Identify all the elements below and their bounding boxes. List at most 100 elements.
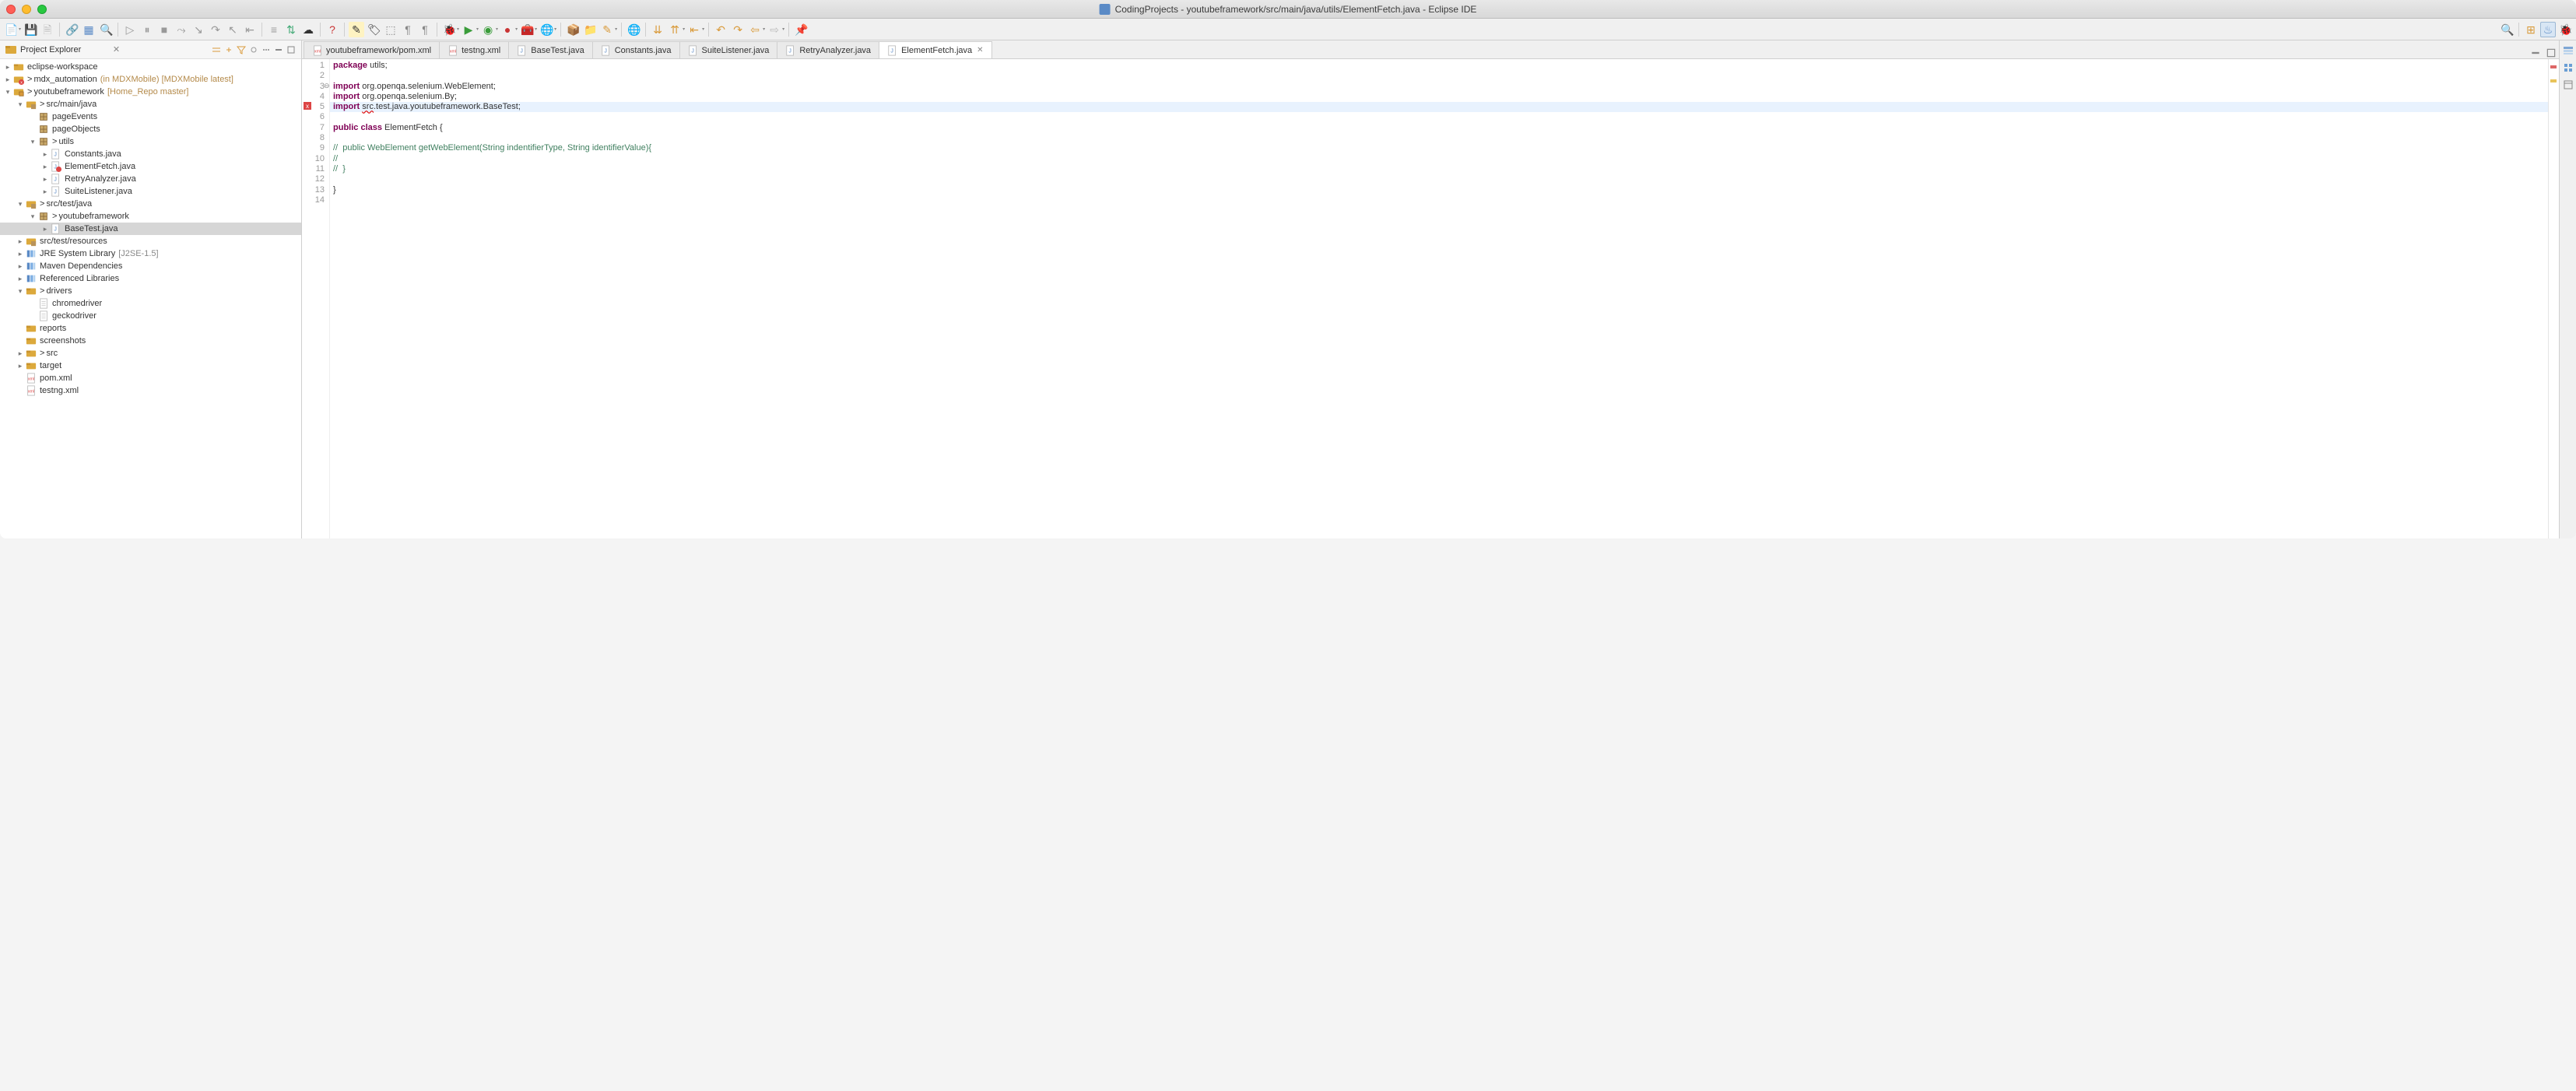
step-into-button[interactable]: ↘ <box>191 22 206 37</box>
new-file-button[interactable]: ✎ <box>599 22 615 37</box>
tree-item[interactable]: ▾> src/test/java <box>0 198 301 210</box>
tree-item[interactable]: ▸JRE System Library[J2SE-1.5] <box>0 247 301 260</box>
external-button[interactable]: 🧰 <box>519 22 535 37</box>
line-number[interactable]: 13 <box>304 185 325 195</box>
code-line[interactable]: public class ElementFetch { <box>333 123 2545 133</box>
debug-perspective-button[interactable]: 🐞 <box>2557 22 2573 37</box>
help-button[interactable]: ? <box>325 22 340 37</box>
coverage-button[interactable]: ◉ <box>480 22 496 37</box>
code-line[interactable]: package utils; <box>333 61 2545 71</box>
tree-item[interactable]: ▾> src/main/java <box>0 98 301 111</box>
forward-nav-button[interactable]: ↷ <box>730 22 746 37</box>
line-number[interactable]: 7 <box>304 123 325 133</box>
tree-item[interactable]: screenshots <box>0 335 301 347</box>
collapse-icon[interactable]: ▾ <box>28 138 37 146</box>
line-number[interactable]: 4 <box>304 92 325 102</box>
maximize-editor-button[interactable] <box>2546 47 2557 58</box>
outline-view-button[interactable] <box>2561 44 2575 58</box>
code-line[interactable]: } <box>333 185 2545 195</box>
code-line[interactable] <box>333 71 2545 81</box>
focus-button[interactable] <box>248 44 259 55</box>
save-button[interactable]: 💾 <box>23 22 38 37</box>
collapse-icon[interactable]: ▾ <box>3 88 12 96</box>
filter-button[interactable]: ⇅ <box>283 22 299 37</box>
link-editor-button[interactable] <box>223 44 234 55</box>
view-menu-button[interactable] <box>261 44 272 55</box>
minimize-window-button[interactable] <box>22 5 31 14</box>
new-button[interactable]: 📄 <box>3 22 19 37</box>
line-number[interactable]: 9 <box>304 143 325 153</box>
tree-item[interactable]: ▸target <box>0 360 301 372</box>
drop-frame-button[interactable]: ⇤ <box>242 22 258 37</box>
code-line[interactable] <box>333 112 2545 122</box>
link-button[interactable]: 🔗 <box>64 22 79 37</box>
collapse-icon[interactable]: ▾ <box>28 212 37 221</box>
run-button[interactable]: ▶ <box>461 22 476 37</box>
build-button[interactable]: ≡ <box>266 22 282 37</box>
tree-item[interactable]: ▾> utils <box>0 135 301 148</box>
highlight-button[interactable]: ✎ <box>349 22 364 37</box>
tree-item[interactable]: ▸src/test/resources <box>0 235 301 247</box>
expand-icon[interactable]: ▸ <box>16 250 25 258</box>
java-perspective-button[interactable]: ♨ <box>2540 22 2556 37</box>
tree-item[interactable]: geckodriver <box>0 310 301 322</box>
minimize-view-button[interactable] <box>273 44 284 55</box>
tree-item[interactable]: ▸Maven Dependencies <box>0 260 301 272</box>
close-tab-button[interactable]: ✕ <box>977 46 983 54</box>
code-line[interactable]: import src.test.java.youtubeframework.Ba… <box>333 102 2545 112</box>
search-button[interactable]: 🔍 <box>98 22 114 37</box>
line-number[interactable]: 12 <box>304 174 325 184</box>
tree-item[interactable]: ▸Referenced Libraries <box>0 272 301 285</box>
code-line[interactable]: import org.openqa.selenium.WebElement; <box>333 82 2545 92</box>
code-line[interactable]: // public WebElement getWebElement(Strin… <box>333 143 2545 153</box>
disconnect-button[interactable]: ⤳ <box>174 22 189 37</box>
suspend-button[interactable]: ⏸ <box>139 22 155 37</box>
step-over-button[interactable]: ↷ <box>208 22 223 37</box>
tree-item[interactable]: xmlpom.xml <box>0 372 301 384</box>
editor-tab[interactable]: JSuiteListener.java <box>679 41 778 58</box>
editor-tab[interactable]: xmlyoutubeframework/pom.xml <box>304 41 440 58</box>
expand-icon[interactable]: ▸ <box>3 63 12 72</box>
code-line[interactable] <box>333 174 2545 184</box>
code-line[interactable]: import org.openqa.selenium.By; <box>333 92 2545 102</box>
tree-item[interactable]: ▾> youtubeframework <box>0 210 301 223</box>
tree-item[interactable]: pageEvents <box>0 111 301 123</box>
tree-item[interactable]: reports <box>0 322 301 335</box>
overview-ruler[interactable] <box>2548 59 2559 538</box>
debug-button[interactable]: 🐞 <box>441 22 457 37</box>
new-package-button[interactable]: 📦 <box>565 22 581 37</box>
task-list-button[interactable] <box>2561 61 2575 75</box>
format-button[interactable]: ⬚ <box>383 22 398 37</box>
line-number[interactable]: 3 <box>304 82 325 92</box>
code-line[interactable] <box>333 195 2545 205</box>
error-icon[interactable]: x <box>304 102 311 110</box>
forward-button[interactable]: ⇨ <box>767 22 782 37</box>
close-window-button[interactable] <box>6 5 16 14</box>
expand-icon[interactable]: ▸ <box>40 225 50 233</box>
line-number[interactable]: 14 <box>304 195 325 205</box>
project-tree[interactable]: ▸eclipse-workspace▸x> mdx_automation(in … <box>0 59 301 538</box>
back-button[interactable]: ⇦ <box>747 22 763 37</box>
toggle-button[interactable]: ▦ <box>81 22 97 37</box>
tree-item[interactable]: ▾> youtubeframework[Home_Repo master] <box>0 86 301 98</box>
resume-button[interactable]: ▷ <box>122 22 138 37</box>
expand-icon[interactable]: ▸ <box>40 175 50 184</box>
line-number[interactable]: 10 <box>304 154 325 164</box>
collapse-icon[interactable]: ▾ <box>16 200 25 209</box>
tree-item[interactable]: ▸JBaseTest.java <box>0 223 301 235</box>
open-perspective-button[interactable]: ⊞ <box>2523 22 2539 37</box>
line-number[interactable]: 8 <box>304 133 325 143</box>
save-all-button[interactable]: 🗎 <box>40 22 55 37</box>
line-number[interactable]: 2 <box>304 71 325 81</box>
filter-view-button[interactable] <box>236 44 247 55</box>
tree-item[interactable]: chromedriver <box>0 297 301 310</box>
fold-icon[interactable]: ⊖ <box>324 81 330 91</box>
collapse-icon[interactable]: ▾ <box>16 287 25 296</box>
editor-tab[interactable]: JConstants.java <box>592 41 680 58</box>
tag-button[interactable]: 🏷 <box>366 22 381 37</box>
expand-icon[interactable]: ▸ <box>16 349 25 358</box>
step-return-button[interactable]: ↖ <box>225 22 240 37</box>
tree-item[interactable]: ▸eclipse-workspace <box>0 61 301 73</box>
line-gutter[interactable]: 123⊖45x67891011121314 <box>302 59 330 538</box>
code-line[interactable]: // } <box>333 164 2545 174</box>
